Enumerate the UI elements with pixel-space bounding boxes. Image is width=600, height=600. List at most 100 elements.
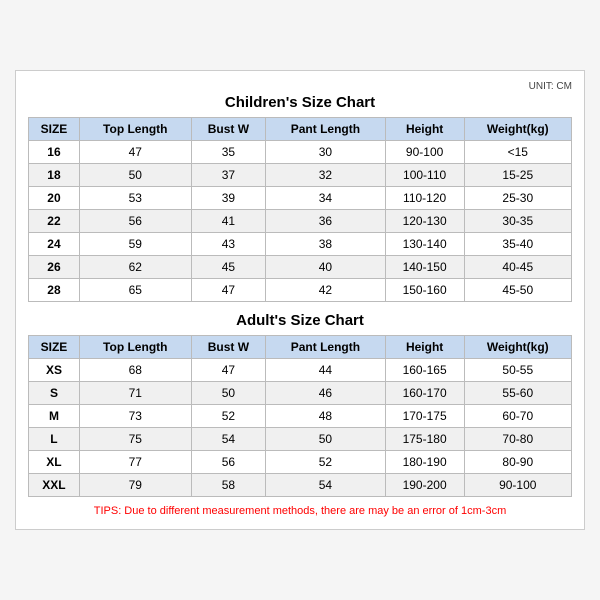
table-cell: 77 — [79, 451, 191, 474]
table-cell: 26 — [29, 256, 80, 279]
table-cell: 36 — [266, 210, 386, 233]
table-cell: 50-55 — [464, 359, 571, 382]
table-cell: 22 — [29, 210, 80, 233]
table-cell: 75 — [79, 428, 191, 451]
table-cell: 39 — [191, 187, 266, 210]
column-header: SIZE — [29, 336, 80, 359]
table-cell: 25-30 — [464, 187, 571, 210]
table-cell: S — [29, 382, 80, 405]
table-cell: 175-180 — [385, 428, 464, 451]
table-row: 24594338130-14035-40 — [29, 233, 572, 256]
table-cell: 54 — [266, 474, 386, 497]
tips-text: TIPS: Due to different measurement metho… — [28, 505, 572, 517]
table-cell: 38 — [266, 233, 386, 256]
table-cell: 65 — [79, 279, 191, 302]
table-cell: 53 — [79, 187, 191, 210]
table-cell: 160-170 — [385, 382, 464, 405]
table-cell: 55-60 — [464, 382, 571, 405]
table-cell: 45-50 — [464, 279, 571, 302]
table-cell: 46 — [266, 382, 386, 405]
table-row: 18503732100-11015-25 — [29, 164, 572, 187]
table-row: XL775652180-19080-90 — [29, 451, 572, 474]
adult-title: Adult's Size Chart — [28, 312, 572, 329]
table-cell: 41 — [191, 210, 266, 233]
table-cell: 58 — [191, 474, 266, 497]
table-row: 1647353090-100<15 — [29, 141, 572, 164]
column-header: Pant Length — [266, 336, 386, 359]
table-cell: 140-150 — [385, 256, 464, 279]
table-cell: 110-120 — [385, 187, 464, 210]
table-cell: 100-110 — [385, 164, 464, 187]
column-header: Top Length — [79, 336, 191, 359]
children-title: Children's Size Chart — [28, 94, 572, 111]
children-table: SIZETop LengthBust WPant LengthHeightWei… — [28, 117, 572, 302]
table-cell: 80-90 — [464, 451, 571, 474]
table-cell: 170-175 — [385, 405, 464, 428]
table-cell: XXL — [29, 474, 80, 497]
table-cell: L — [29, 428, 80, 451]
table-cell: 56 — [79, 210, 191, 233]
table-row: L755450175-18070-80 — [29, 428, 572, 451]
table-row: 20533934110-12025-30 — [29, 187, 572, 210]
table-cell: 73 — [79, 405, 191, 428]
table-row: 28654742150-16045-50 — [29, 279, 572, 302]
table-cell: 34 — [266, 187, 386, 210]
table-cell: 40-45 — [464, 256, 571, 279]
table-cell: XL — [29, 451, 80, 474]
column-header: Height — [385, 336, 464, 359]
table-cell: 130-140 — [385, 233, 464, 256]
table-row: S715046160-17055-60 — [29, 382, 572, 405]
column-header: Top Length — [79, 118, 191, 141]
table-cell: 90-100 — [385, 141, 464, 164]
column-header: Weight(kg) — [464, 118, 571, 141]
table-cell: 50 — [79, 164, 191, 187]
table-cell: 59 — [79, 233, 191, 256]
table-row: 22564136120-13030-35 — [29, 210, 572, 233]
table-cell: 15-25 — [464, 164, 571, 187]
table-cell: 28 — [29, 279, 80, 302]
table-cell: 150-160 — [385, 279, 464, 302]
table-cell: M — [29, 405, 80, 428]
table-cell: XS — [29, 359, 80, 382]
chart-container: UNIT: CM Children's Size Chart SIZETop L… — [15, 70, 585, 530]
table-cell: 79 — [79, 474, 191, 497]
column-header: Pant Length — [266, 118, 386, 141]
column-header: Bust W — [191, 336, 266, 359]
table-cell: 50 — [266, 428, 386, 451]
table-cell: 18 — [29, 164, 80, 187]
table-row: XXL795854190-20090-100 — [29, 474, 572, 497]
table-cell: 160-165 — [385, 359, 464, 382]
table-cell: 35 — [191, 141, 266, 164]
table-row: XS684744160-16550-55 — [29, 359, 572, 382]
table-cell: 60-70 — [464, 405, 571, 428]
table-cell: 190-200 — [385, 474, 464, 497]
table-cell: 68 — [79, 359, 191, 382]
column-header: Bust W — [191, 118, 266, 141]
table-cell: 90-100 — [464, 474, 571, 497]
table-cell: <15 — [464, 141, 571, 164]
table-cell: 24 — [29, 233, 80, 256]
table-row: M735248170-17560-70 — [29, 405, 572, 428]
table-cell: 45 — [191, 256, 266, 279]
table-cell: 42 — [266, 279, 386, 302]
table-cell: 30-35 — [464, 210, 571, 233]
table-cell: 52 — [266, 451, 386, 474]
table-cell: 180-190 — [385, 451, 464, 474]
adult-table: SIZETop LengthBust WPant LengthHeightWei… — [28, 335, 572, 497]
column-header: Height — [385, 118, 464, 141]
table-cell: 20 — [29, 187, 80, 210]
table-cell: 32 — [266, 164, 386, 187]
table-cell: 71 — [79, 382, 191, 405]
unit-label: UNIT: CM — [28, 81, 572, 92]
column-header: Weight(kg) — [464, 336, 571, 359]
table-cell: 43 — [191, 233, 266, 256]
table-cell: 47 — [79, 141, 191, 164]
table-cell: 35-40 — [464, 233, 571, 256]
table-cell: 56 — [191, 451, 266, 474]
table-cell: 48 — [266, 405, 386, 428]
table-cell: 62 — [79, 256, 191, 279]
table-cell: 52 — [191, 405, 266, 428]
table-cell: 37 — [191, 164, 266, 187]
table-cell: 54 — [191, 428, 266, 451]
table-cell: 120-130 — [385, 210, 464, 233]
